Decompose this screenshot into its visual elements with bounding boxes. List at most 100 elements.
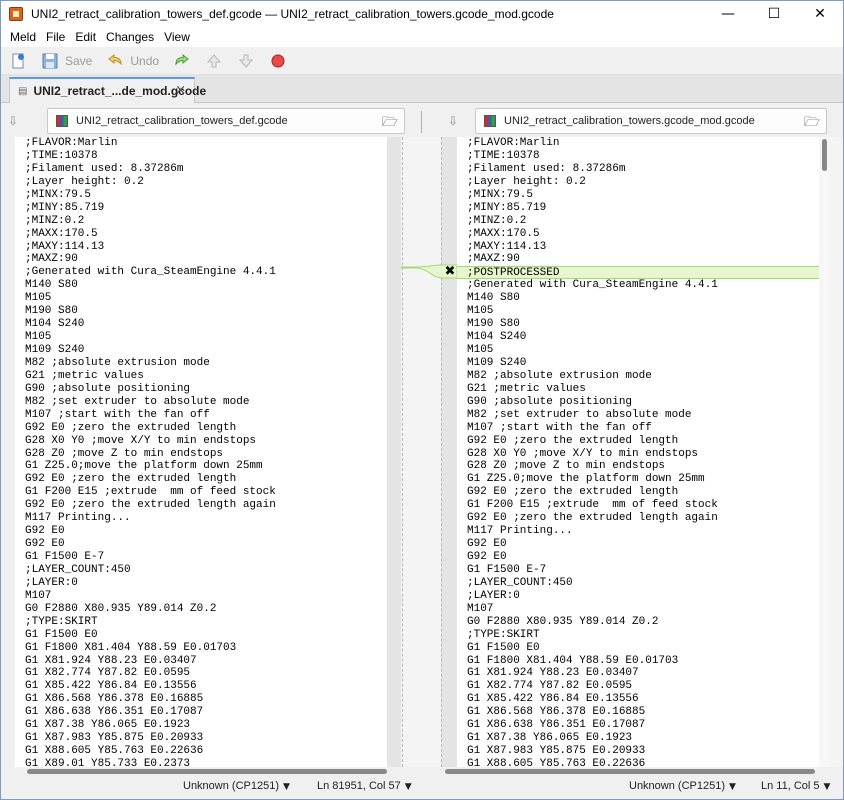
code-line: G92 E0 ;zero the extruded length [25, 473, 237, 486]
left-change-map[interactable] [387, 137, 401, 767]
left-horizontal-scrollbar[interactable] [15, 767, 401, 775]
redo-button[interactable] [173, 50, 191, 72]
right-horizontal-scrollbar-thumb[interactable] [445, 769, 815, 774]
code-line: G21 ;metric values [25, 369, 144, 382]
inserted-code-line: ;POSTPROCESSED [457, 266, 819, 279]
close-button[interactable]: ✕ [797, 1, 843, 27]
left-horizontal-scrollbar-thumb[interactable] [27, 769, 387, 774]
right-text-view[interactable]: ;FLAVOR:Marlin ;TIME:10378 ;Filament used:… [457, 137, 819, 767]
code-line: ;MINZ:0.2 [25, 214, 85, 227]
right-encoding: Unknown (CP1251) [629, 780, 725, 792]
code-line: M117 Printing... [25, 512, 131, 525]
code-line: G28 X0 Y0 ;move X/Y to min endstops [467, 447, 699, 460]
menu-view[interactable]: View [159, 30, 195, 44]
code-line: G92 E0 ;zero the extruded length again [25, 499, 276, 512]
code-line: G92 E0 ;zero the extruded length [467, 486, 679, 499]
menu-meld[interactable]: Meld [5, 30, 41, 44]
code-line: M104 S240 [25, 318, 85, 331]
title-bar: UNI2_retract_calibration_towers_def.gcod… [1, 1, 843, 27]
left-open-folder-icon[interactable]: 🗁 [382, 113, 398, 135]
menu-edit[interactable]: Edit [70, 30, 101, 44]
maximize-button[interactable]: ☐ [751, 1, 797, 27]
right-file-chooser[interactable]: UNI2_retract_calibration_towers.gcode_mo… [475, 108, 827, 134]
left-download-icon[interactable]: ⇩ [1, 114, 25, 128]
code-line: G92 E0 [467, 551, 507, 563]
menu-bar: Meld File Edit Changes View [1, 27, 843, 47]
left-file-chooser[interactable]: UNI2_retract_calibration_towers_def.gcod… [47, 108, 405, 134]
dropdown-arrow-icon: ▼ [404, 782, 412, 792]
minimize-button[interactable]: — [705, 1, 751, 27]
undo-label: Undo [130, 53, 160, 68]
code-line: M82 ;absolute extrusion mode [25, 356, 210, 369]
right-download-icon[interactable]: ⇩ [441, 114, 465, 128]
code-line: M140 S80 [25, 279, 78, 292]
code-line: G1 X86.568 Y86.378 E0.16885 [467, 706, 646, 719]
code-line: M140 S80 [467, 292, 520, 305]
right-file-name: UNI2_retract_calibration_towers.gcode_mo… [504, 115, 755, 127]
code-line: M117 Printing... [467, 525, 573, 538]
gcode-file-icon [484, 115, 496, 127]
right-encoding-selector[interactable]: Unknown (CP1251) ▼ [629, 780, 736, 792]
left-text-view[interactable]: ;FLAVOR:Marlin ;TIME:10378 ;Filament used:… [15, 137, 387, 767]
code-line: ;Layer height: 0.2 [467, 175, 586, 188]
code-line: ;MAXX:170.5 [467, 227, 540, 240]
menu-changes[interactable]: Changes [101, 30, 159, 44]
left-cursor-position[interactable]: Ln 81951, Col 57 ▼ [317, 780, 412, 792]
new-comparison-button[interactable] [9, 50, 27, 72]
left-encoding-selector[interactable]: Unknown (CP1251) ▼ [183, 780, 290, 792]
code-line: M107 [467, 602, 494, 615]
code-line: G1 F1500 E-7 [25, 551, 105, 563]
gcode-file-icon [56, 115, 68, 127]
code-line: ;Generated with Cura_SteamEngine 4.4.1 [467, 279, 718, 292]
right-vertical-scrollbar[interactable] [819, 137, 829, 767]
save-icon [41, 52, 59, 70]
left-file-name: UNI2_retract_calibration_towers_def.gcod… [76, 115, 288, 127]
code-line: G1 X86.638 Y86.351 E0.17087 [467, 719, 646, 732]
code-line: M82 ;absolute extrusion mode [467, 369, 652, 382]
right-overview-map[interactable] [829, 137, 843, 767]
code-line: G1 X86.568 Y86.378 E0.16885 [25, 693, 204, 706]
code-line: G1 F200 E15 ;extrude mm of feed stock [467, 499, 718, 512]
code-line: G1 X87.38 Y86.065 E0.1923 [467, 732, 633, 745]
code-line: G1 F1500 E0 [25, 628, 98, 641]
link-map-divider-left [402, 137, 403, 767]
code-line: ;MINZ:0.2 [467, 214, 527, 227]
compare-icon: ▤ [18, 85, 28, 97]
code-line: M105 [25, 292, 52, 305]
code-line: ;MINX:79.5 [25, 188, 92, 201]
previous-change-button[interactable] [205, 50, 223, 72]
tab-close-icon[interactable]: × [175, 83, 186, 98]
code-line: ;TYPE:SKIRT [467, 628, 540, 641]
code-line: G92 E0 ;zero the extruded length [467, 434, 679, 447]
right-horizontal-scrollbar[interactable] [441, 767, 829, 775]
stop-button[interactable] [269, 50, 287, 72]
discard-change-icon[interactable]: ✖ [443, 265, 457, 279]
code-line: M105 [467, 305, 494, 318]
tab-bar: ▤ UNI2_retract_...de_mod.gcode × [1, 75, 843, 103]
undo-button[interactable]: Undo [106, 50, 159, 72]
code-line: G28 Z0 ;move Z to min endstops [25, 447, 224, 460]
next-change-button[interactable] [237, 50, 255, 72]
code-line: G92 E0 ;zero the extruded length again [467, 512, 718, 525]
right-cursor-position[interactable]: Ln 11, Col 5 ▼ [761, 780, 830, 792]
tab-comparison[interactable]: ▤ UNI2_retract_...de_mod.gcode × [9, 77, 206, 103]
meld-window: UNI2_retract_calibration_towers_def.gcod… [0, 0, 844, 800]
toolbar: Save Undo [1, 47, 843, 75]
right-vertical-scrollbar-thumb[interactable] [822, 139, 827, 171]
meld-app-icon [9, 7, 23, 21]
menu-file[interactable]: File [41, 30, 70, 44]
code-line: G1 X88.605 Y85.763 E0.22636 [25, 745, 204, 758]
right-open-folder-icon[interactable]: 🗁 [804, 113, 820, 135]
code-line: G1 X87.983 Y85.875 E0.20933 [25, 732, 204, 745]
status-bar: Unknown (CP1251) ▼ Ln 81951, Col 57 ▼ Unkn… [1, 775, 843, 799]
dropdown-arrow-icon: ▼ [729, 782, 736, 792]
code-line: ;MAXX:170.5 [25, 227, 98, 240]
save-button[interactable]: Save [41, 50, 92, 72]
code-line: ;MINY:85.719 [467, 201, 547, 214]
code-line: ;TIME:10378 [467, 149, 540, 162]
right-change-map[interactable] [441, 137, 457, 767]
dropdown-arrow-icon: ▼ [283, 782, 290, 792]
code-line: ;MINY:85.719 [25, 201, 105, 214]
code-line: G92 E0 [25, 525, 65, 538]
code-line: ;LAYER_COUNT:450 [467, 576, 573, 589]
